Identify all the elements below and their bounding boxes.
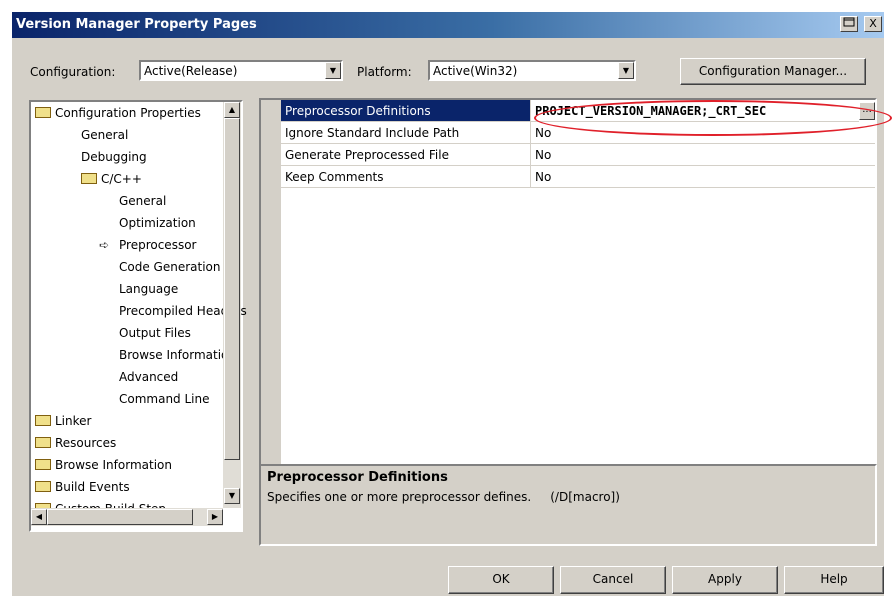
tree-item[interactable]: ➪ Preprocessor (99, 236, 196, 254)
open-folder-icon (35, 107, 51, 118)
property-grid: Preprocessor Definitions PROJECT_VERSION_… (259, 98, 877, 466)
tree-item[interactable]: Debugging (81, 148, 147, 166)
scroll-left-icon[interactable]: ◀ (31, 509, 47, 525)
configuration-label: Configuration: (30, 65, 116, 79)
tree-item[interactable]: Language (119, 280, 178, 298)
cancel-button[interactable]: Cancel (560, 566, 666, 594)
tree-item-label: Build Events (55, 480, 130, 494)
tree-item[interactable]: Linker (35, 412, 91, 430)
description-title: Preprocessor Definitions (267, 470, 448, 485)
tree-item[interactable]: Browse Information (119, 346, 236, 364)
tree-item-label: Debugging (81, 150, 147, 164)
folder-icon (35, 415, 51, 426)
tree-item-label: Output Files (119, 326, 191, 340)
tree-item-label: Browse Information (55, 458, 172, 472)
tree-item-label: Linker (55, 414, 92, 428)
tree-vertical-scrollbar[interactable]: ▲ ▼ (223, 102, 241, 508)
tree-item-label: C/C++ (101, 172, 142, 186)
tree-item-label: Command Line (119, 392, 210, 406)
tree-item-label: General (119, 194, 167, 208)
platform-value: Active(Win32) (433, 64, 518, 78)
tree-item[interactable]: Advanced (119, 368, 178, 386)
tree-item-label: Code Generation (119, 260, 221, 274)
tree-horizontal-scrollbar[interactable]: ◀ ▶ (31, 508, 223, 526)
tree-item[interactable]: C/C++ (81, 170, 142, 188)
tree-item-label: Optimization (119, 216, 196, 230)
title-bar: Version Manager Property Pages X (12, 12, 884, 38)
tree-item[interactable]: Output Files (119, 324, 191, 342)
tree-item[interactable]: Code Generation (119, 258, 220, 276)
chevron-down-icon[interactable]: ▼ (618, 62, 634, 79)
tree-item[interactable]: Resources (35, 434, 116, 452)
platform-combo[interactable]: Active(Win32) ▼ (428, 60, 636, 81)
tree-item-label: Language (119, 282, 179, 296)
tree-item[interactable]: Build Events (35, 478, 130, 496)
scroll-thumb[interactable] (224, 118, 240, 460)
scroll-right-icon[interactable]: ▶ (207, 509, 223, 525)
category-tree[interactable]: Configuration Properties General Debugging… (29, 100, 247, 532)
property-name: Keep Comments (281, 166, 531, 188)
tree-item[interactable]: General (81, 126, 128, 144)
open-folder-icon (81, 173, 97, 184)
chevron-down-icon[interactable]: ▼ (325, 62, 341, 79)
tree-item-label: General (81, 128, 129, 142)
arrow-right-icon: ➪ (99, 238, 110, 252)
property-name: Ignore Standard Include Path (281, 122, 531, 144)
property-value[interactable]: No (531, 166, 875, 188)
configuration-value: Active(Release) (144, 64, 238, 78)
description-text: Specifies one or more preprocessor defin… (267, 490, 620, 504)
configuration-combo[interactable]: Active(Release) ▼ (139, 60, 343, 81)
property-pages-window: Version Manager Property Pages X Configu… (12, 12, 892, 596)
tree-item[interactable]: Command Line (119, 390, 210, 408)
scroll-thumb-horizontal[interactable] (47, 509, 193, 525)
apply-button[interactable]: Apply (672, 566, 778, 594)
window-title: Version Manager Property Pages (16, 17, 257, 32)
help-button[interactable]: Help (784, 566, 884, 594)
tree-item-label: Advanced (119, 370, 179, 384)
tree-item-label: Resources (55, 436, 117, 450)
scroll-up-icon[interactable]: ▲ (224, 102, 240, 118)
folder-icon (35, 481, 51, 492)
folder-icon (35, 437, 51, 448)
annotation-ellipse (534, 100, 892, 136)
ok-button[interactable]: OK (448, 566, 554, 594)
property-name: Generate Preprocessed File (281, 144, 531, 166)
folder-icon (35, 459, 51, 470)
property-value[interactable]: No (531, 144, 875, 166)
platform-label: Platform: (357, 65, 412, 79)
tree-item-label: Browse Information (119, 348, 236, 362)
property-name: Preprocessor Definitions (281, 100, 531, 122)
property-row[interactable]: Generate Preprocessed File No (261, 144, 875, 166)
description-panel: Preprocessor Definitions Specifies one o… (259, 464, 877, 546)
scroll-down-icon[interactable]: ▼ (224, 488, 240, 504)
tree-item-label: Preprocessor (119, 238, 197, 252)
close-icon[interactable]: X (864, 16, 882, 32)
tree-item[interactable]: Configuration Properties (35, 104, 201, 122)
property-row[interactable]: Keep Comments No (261, 166, 875, 188)
tree-item[interactable]: Browse Information (35, 456, 172, 474)
configuration-manager-button[interactable]: Configuration Manager... (680, 58, 866, 85)
tree-item[interactable]: Optimization (119, 214, 196, 232)
question-icon[interactable] (840, 16, 858, 32)
tree-item[interactable]: General (119, 192, 166, 210)
tree-item-label: Configuration Properties (55, 106, 201, 120)
